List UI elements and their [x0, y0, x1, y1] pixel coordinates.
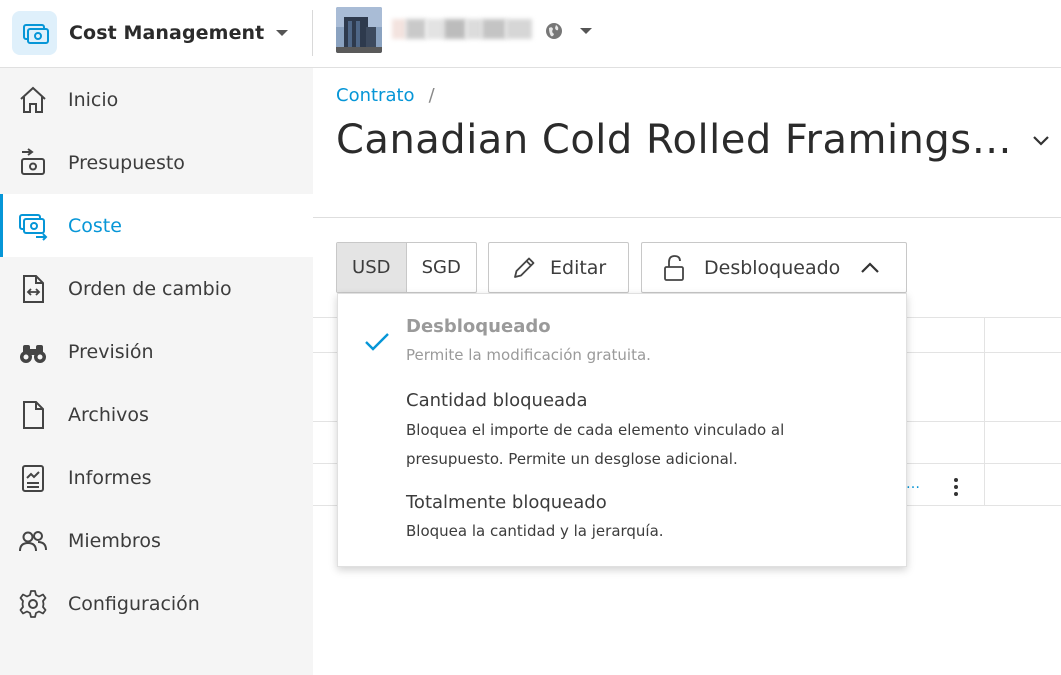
header-divider-line [313, 217, 1061, 218]
page-title: Canadian Cold Rolled Framings… [336, 117, 1013, 163]
app-switcher[interactable]: Cost Management [12, 11, 289, 55]
sidebar-item-label: Informes [68, 466, 152, 489]
breadcrumb-separator: / [428, 85, 435, 106]
sidebar-item-label: Presupuesto [68, 151, 185, 174]
unlock-icon [664, 254, 684, 281]
file-icon [23, 401, 44, 429]
lock-status-button[interactable]: Desbloqueado [641, 242, 907, 293]
truncated-table-link[interactable]: … [906, 476, 920, 492]
currency-sgd-button[interactable]: SGD [407, 243, 477, 292]
sidebar-item-label: Orden de cambio [68, 277, 232, 300]
currency-usd-button[interactable]: USD [337, 243, 407, 292]
sidebar-item-label: Previsión [68, 340, 154, 363]
lock-option-title: Desbloqueado [406, 316, 551, 337]
lock-option-description: Bloquea el importe de cada elemento vinc… [406, 421, 785, 468]
project-name-redacted[interactable] [392, 19, 532, 39]
home-icon [20, 86, 46, 113]
edit-button[interactable]: Editar [488, 242, 629, 293]
sidebar-item-coste[interactable]: Coste [0, 194, 313, 257]
lock-option-cantidad-bloqueada[interactable]: Cantidad bloqueada Bloquea el importe de… [338, 374, 906, 478]
sidebar-item-orden-de-cambio[interactable]: Orden de cambio [0, 257, 313, 320]
chevron-up-icon [861, 261, 880, 273]
lock-option-totalmente-bloqueado[interactable]: Totalmente bloqueado Bloquea la cantidad… [338, 478, 906, 566]
lock-option-title: Cantidad bloqueada [406, 390, 588, 411]
breadcrumb-link-contrato[interactable]: Contrato [336, 85, 415, 106]
members-icon [19, 531, 47, 552]
cost-icon [19, 214, 48, 241]
app-name: Cost Management [69, 22, 265, 44]
project-thumbnail[interactable] [336, 7, 382, 53]
title-row: Canadian Cold Rolled Framings… [336, 117, 1052, 163]
table-column-line [984, 317, 985, 506]
lock-option-description: Bloquea la cantidad y la jerarquía. [406, 522, 664, 540]
change-order-icon [23, 275, 44, 303]
sidebar-item-prevision[interactable]: Previsión [0, 320, 313, 383]
sidebar-item-presupuesto[interactable]: Presupuesto [0, 131, 313, 194]
sidebar-item-configuracion[interactable]: Configuración [0, 572, 313, 635]
checkmark-icon [365, 333, 389, 351]
gear-icon [19, 590, 47, 618]
globe-icon [546, 23, 562, 39]
cost-management-icon [12, 11, 57, 55]
currency-toggle: USD SGD [336, 242, 477, 293]
lock-option-title: Totalmente bloqueado [406, 492, 607, 513]
sidebar-item-label: Archivos [68, 403, 149, 426]
chevron-down-icon[interactable] [1030, 129, 1052, 151]
pencil-icon [514, 257, 535, 278]
budget-icon [21, 148, 45, 175]
binoculars-icon [20, 345, 46, 363]
sidebar-item-label: Inicio [68, 88, 119, 111]
project-caret-down-icon[interactable] [580, 28, 592, 34]
lock-option-desbloqueado[interactable]: Desbloqueado Permite la modificación gra… [338, 294, 906, 374]
sidebar-item-label: Configuración [68, 592, 200, 615]
lock-menu-dropdown: Desbloqueado Permite la modificación gra… [337, 293, 907, 567]
sidebar-item-inicio[interactable]: Inicio [0, 68, 313, 131]
sidebar-item-label: Miembros [68, 529, 161, 552]
report-icon [22, 465, 44, 492]
sidebar: Inicio Presupuesto Coste Orden de cambio [0, 68, 313, 675]
more-vertical-icon[interactable] [951, 476, 961, 498]
caret-down-icon [276, 30, 289, 36]
top-bar: Cost Management [0, 0, 1061, 68]
breadcrumb: Contrato / [336, 85, 435, 106]
edit-button-label: Editar [550, 256, 607, 279]
lock-option-description: Permite la modificación gratuita. [406, 346, 651, 364]
lock-status-label: Desbloqueado [704, 256, 841, 279]
sidebar-item-miembros[interactable]: Miembros [0, 509, 313, 572]
sidebar-item-archivos[interactable]: Archivos [0, 383, 313, 446]
header-divider [312, 10, 313, 56]
sidebar-item-label: Coste [68, 214, 122, 237]
sidebar-item-informes[interactable]: Informes [0, 446, 313, 509]
